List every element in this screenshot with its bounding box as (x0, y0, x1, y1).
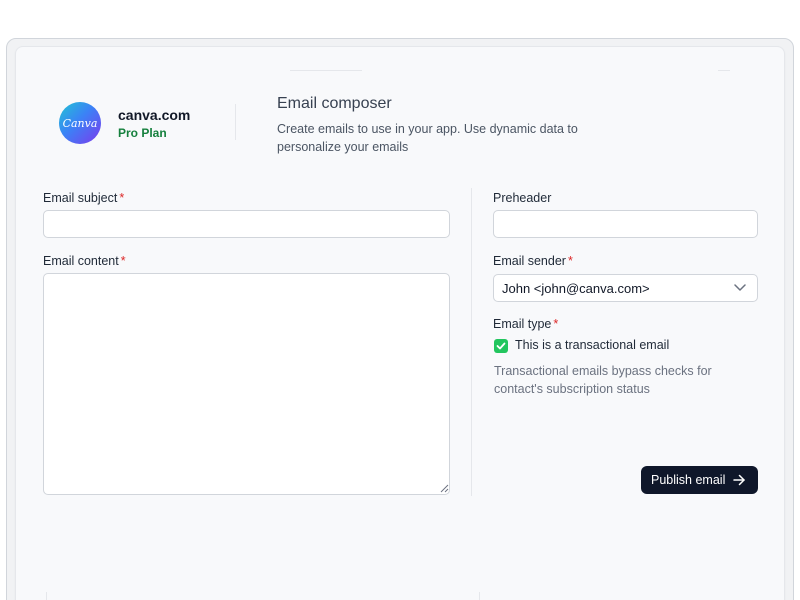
email-content-label-text: Email content (43, 254, 119, 268)
email-content-label: Email content * (43, 254, 126, 268)
resize-handle-icon[interactable] (440, 484, 449, 493)
column-divider (471, 188, 472, 496)
email-subject-label-text: Email subject (43, 191, 118, 205)
required-marker: * (553, 317, 559, 331)
arrow-right-icon (733, 474, 746, 486)
email-type-help-text: Transactional emails bypass checks for c… (494, 364, 712, 396)
publish-email-button-label: Publish email (651, 473, 726, 487)
email-type-label: Email type * (493, 317, 558, 331)
divider (46, 592, 47, 600)
divider (718, 70, 730, 71)
org-name: canva.com (118, 107, 191, 123)
logo-text: Canva (62, 116, 98, 130)
email-sender-value: John <john@canva.com> (502, 280, 650, 296)
page-description: Create emails to use in your app. Use dy… (277, 122, 578, 154)
transactional-email-checkbox[interactable] (494, 339, 508, 353)
preheader-label-text: Preheader (493, 191, 552, 205)
email-sender-label-text: Email sender (493, 254, 566, 268)
required-marker: * (120, 254, 126, 268)
header-divider (235, 104, 236, 140)
plan-badge: Pro Plan (118, 126, 167, 140)
email-sender-select[interactable]: John <john@canva.com> (493, 274, 758, 302)
required-marker: * (567, 254, 573, 268)
check-icon (496, 342, 506, 350)
required-marker: * (119, 191, 125, 205)
org-logo: Canva (59, 102, 101, 144)
chevron-down-icon (734, 284, 746, 291)
email-type-label-text: Email type (493, 317, 552, 331)
email-subject-input[interactable] (43, 210, 450, 238)
preheader-label: Preheader (493, 191, 551, 205)
email-subject-label: Email subject * (43, 191, 124, 205)
email-sender-label: Email sender * (493, 254, 573, 268)
divider (479, 592, 480, 600)
preheader-input[interactable] (493, 210, 758, 238)
page-title: Email composer (277, 95, 392, 112)
publish-email-button[interactable]: Publish email (641, 466, 758, 494)
transactional-email-checkbox-label[interactable]: This is a transactional email (515, 338, 669, 352)
email-content-textarea[interactable] (43, 273, 450, 495)
divider (290, 70, 362, 71)
